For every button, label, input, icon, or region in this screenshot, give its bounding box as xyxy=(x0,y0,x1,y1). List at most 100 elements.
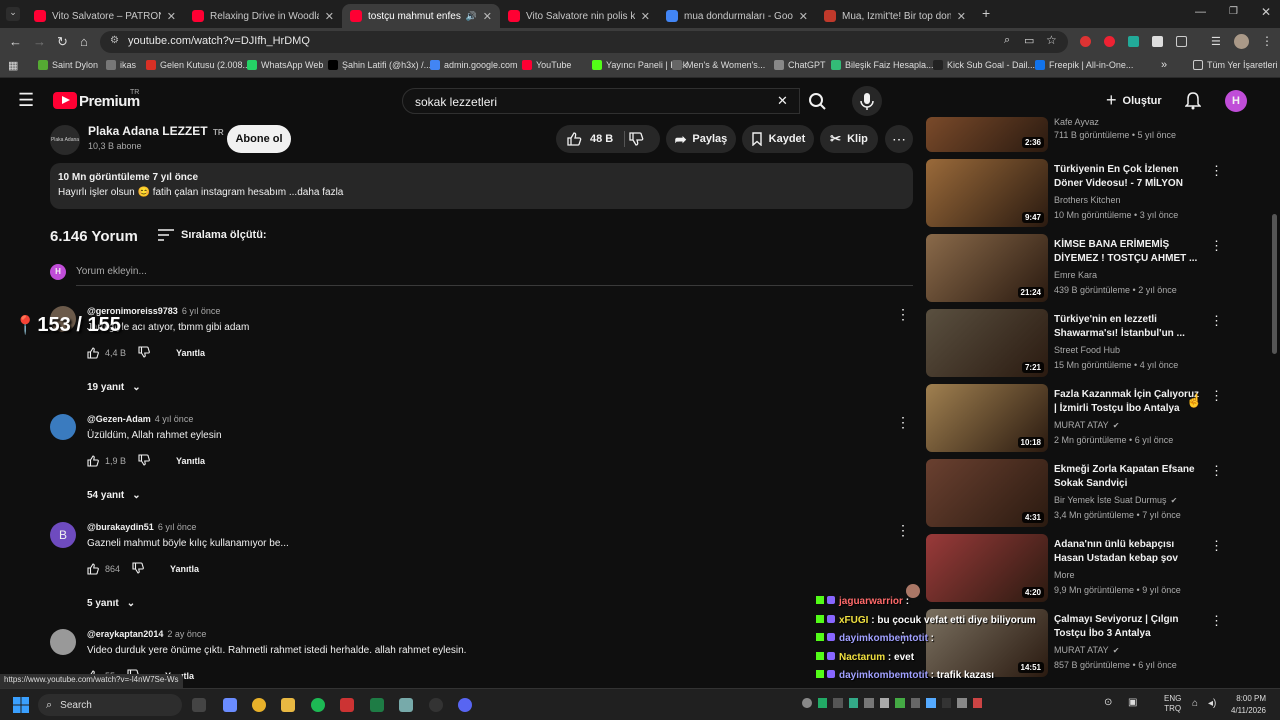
page-scrollbar[interactable] xyxy=(1272,124,1278,684)
new-tab-button[interactable]: + xyxy=(982,5,990,21)
video-title[interactable]: Adana'nın ünlü kebapçısı Hasan Ustadan k… xyxy=(1054,538,1204,566)
all-bookmarks[interactable]: Tüm Yer İşaretleri xyxy=(1193,60,1278,70)
bookmark-item[interactable]: YouTube xyxy=(522,60,571,70)
related-video[interactable]: 4:20 Adana'nın ünlü kebapçısı Hasan Ustad… xyxy=(926,534,1226,604)
video-thumbnail[interactable]: 4:31 xyxy=(926,459,1048,527)
file-explorer-icon[interactable] xyxy=(281,698,295,712)
bookmark-item[interactable]: Bileşik Faiz Hesapla... xyxy=(831,60,934,70)
home-icon[interactable]: ⌂ xyxy=(80,34,88,49)
tray-icon[interactable] xyxy=(802,698,812,708)
related-video[interactable]: 4:31 Ekmeği Zorla Kapatan Efsane Sokak Sa… xyxy=(926,459,1226,529)
search-input[interactable]: sokak lezzetleri ✕ xyxy=(402,88,800,114)
language-indicator[interactable]: ENG TRQ xyxy=(1164,694,1181,714)
close-tab-icon[interactable]: ✕ xyxy=(641,10,650,23)
video-channel[interactable]: Emre Kara xyxy=(1054,270,1097,280)
notifications-icon[interactable] xyxy=(1184,92,1202,113)
video-title[interactable]: Türkiye'nin en lezzetli Shawarma'sı! İst… xyxy=(1054,313,1204,341)
tray-icon[interactable] xyxy=(895,698,905,708)
tray-icon[interactable] xyxy=(864,698,874,708)
view-replies-button[interactable]: 54 yanıt ⌄ xyxy=(87,490,141,501)
commenter-avatar[interactable] xyxy=(50,629,76,655)
tray-icon[interactable] xyxy=(957,698,967,708)
scrollbar-thumb[interactable] xyxy=(1272,214,1277,354)
tray-icon[interactable] xyxy=(848,698,858,708)
related-video[interactable]: 10:18 Fazla Kazanmak İçin Çalıyoruz | İzm… xyxy=(926,384,1226,454)
extension-icon[interactable] xyxy=(1152,36,1163,47)
video-title[interactable]: KİMSE BANA ERİMEMİŞ DİYEMEZ ! TOSTÇU AHM… xyxy=(1054,238,1204,266)
comment-like-button[interactable]: 4,4 B xyxy=(87,347,126,359)
comment-menu-icon[interactable]: ⋮ xyxy=(896,306,910,323)
related-video[interactable]: 9:47 Türkiyenin En Çok İzlenen Döner Vide… xyxy=(926,159,1226,229)
comment-dislike-button[interactable] xyxy=(132,562,144,576)
browser-menu-icon[interactable]: ⋮ xyxy=(1261,34,1273,48)
video-menu-icon[interactable]: ⋮ xyxy=(1210,163,1223,179)
video-channel[interactable]: More xyxy=(1054,570,1075,580)
clip-button[interactable]: ✂ Klip xyxy=(820,125,878,153)
video-menu-icon[interactable]: ⋮ xyxy=(1210,463,1223,479)
video-title[interactable]: Türkiyenin En Çok İzlenen Döner Videosu!… xyxy=(1054,163,1204,191)
close-tab-icon[interactable]: ✕ xyxy=(957,10,966,23)
more-bookmarks-icon[interactable]: » xyxy=(1161,59,1167,71)
obs-icon[interactable] xyxy=(429,698,443,712)
steam-icon[interactable]: ⊙ xyxy=(1104,697,1112,708)
app-icon[interactable] xyxy=(340,698,354,712)
volume-icon[interactable]: ◂) xyxy=(1208,698,1216,709)
zoom-icon[interactable]: ⌕ xyxy=(1004,34,1010,47)
network-icon[interactable]: ⌂ xyxy=(1192,698,1198,709)
comment-author[interactable]: @eraykaptan2014 2 ay önce xyxy=(87,629,206,639)
close-tab-icon[interactable]: ✕ xyxy=(483,10,492,23)
extension-icon[interactable] xyxy=(1080,36,1091,47)
video-channel[interactable]: MURAT ATAY ✔ xyxy=(1054,645,1119,655)
description-box[interactable]: 10 Mn görüntüleme 7 yıl önce Hayırlı işl… xyxy=(50,163,913,209)
search-button[interactable] xyxy=(800,88,836,114)
commenter-avatar[interactable]: B xyxy=(50,522,76,548)
video-channel[interactable]: Street Food Hub xyxy=(1054,345,1120,355)
close-tab-icon[interactable]: ✕ xyxy=(167,10,176,23)
bookmark-item[interactable]: ChatGPT xyxy=(774,60,826,70)
comment-menu-icon[interactable]: ⋮ xyxy=(896,414,910,431)
bookmark-item[interactable]: ikas xyxy=(106,60,136,70)
share-button[interactable]: ➦ Paylaş xyxy=(666,125,736,153)
bookmark-item[interactable]: Gelen Kutusu (2.008... xyxy=(146,60,250,70)
cast-icon[interactable]: ▭ xyxy=(1024,34,1034,47)
video-menu-icon[interactable]: ⋮ xyxy=(1210,538,1223,554)
video-thumbnail[interactable]: 10:18 xyxy=(926,384,1048,452)
channel-avatar[interactable]: Plaka Adana xyxy=(50,125,80,155)
bookmark-item[interactable]: WhatsApp Web xyxy=(247,60,323,70)
video-thumbnail[interactable]: 21:24 xyxy=(926,234,1048,302)
video-channel[interactable]: Kafe Ayvaz xyxy=(1054,117,1099,127)
reply-button[interactable]: Yanıtla xyxy=(170,564,199,574)
extension-icon[interactable] xyxy=(1104,36,1115,47)
video-title[interactable]: Fazla Kazanmak İçin Çalıyoruz | İzmirli … xyxy=(1054,388,1204,416)
account-avatar[interactable]: H xyxy=(1225,90,1247,112)
view-replies-button[interactable]: 19 yanıt ⌄ xyxy=(87,382,141,393)
related-video[interactable]: 2:36 Kafe Ayvaz 711 B görüntüleme • 5 yıl … xyxy=(926,117,1226,153)
bookmark-item[interactable]: Freepik | All-in-One... xyxy=(1035,60,1133,70)
spotify-icon[interactable] xyxy=(311,698,325,712)
browser-tab[interactable]: mua dondurmaları - Google'da ✕ xyxy=(658,4,816,28)
comment-author[interactable]: @Gezen-Adam 4 yıl önce xyxy=(87,414,193,424)
close-tab-icon[interactable]: ✕ xyxy=(799,10,808,23)
video-menu-icon[interactable]: ⋮ xyxy=(1210,313,1223,329)
browser-tab[interactable]: tostçu mahmut enfes tat h 🔊 ✕ xyxy=(342,4,500,28)
browser-tab[interactable]: Mua, İzmit'te! Bir top dondurm ✕ xyxy=(816,4,974,28)
app-icon[interactable]: ▣ xyxy=(1128,697,1137,708)
related-video[interactable]: 7:21 Türkiye'nin en lezzetli Shawarma'sı!… xyxy=(926,309,1226,379)
close-tab-icon[interactable]: ✕ xyxy=(325,10,334,23)
comment-like-button[interactable]: 864 xyxy=(87,563,120,575)
save-button[interactable]: Kaydet xyxy=(742,125,814,153)
video-channel[interactable]: Brothers Kitchen xyxy=(1054,195,1121,205)
create-button[interactable]: + Oluştur xyxy=(1106,90,1162,111)
video-thumbnail[interactable]: 2:36 xyxy=(926,117,1048,152)
site-info-icon[interactable]: ⚙ xyxy=(110,35,119,46)
bookmark-item[interactable]: admin.google.com xyxy=(430,60,518,70)
comment-like-button[interactable]: 1,9 B xyxy=(87,455,126,467)
video-thumbnail[interactable]: 4:20 xyxy=(926,534,1048,602)
tray-icon[interactable] xyxy=(910,698,920,708)
like-button[interactable]: 48 B xyxy=(566,131,613,147)
more-actions-button[interactable]: ⋯ xyxy=(885,125,913,153)
tray-icon[interactable] xyxy=(833,698,843,708)
comment-dislike-button[interactable] xyxy=(138,346,150,360)
browser-tab[interactable]: Vito Salvatore nin polis kaçırma ✕ xyxy=(500,4,658,28)
menu-icon[interactable]: ☰ xyxy=(18,90,34,111)
